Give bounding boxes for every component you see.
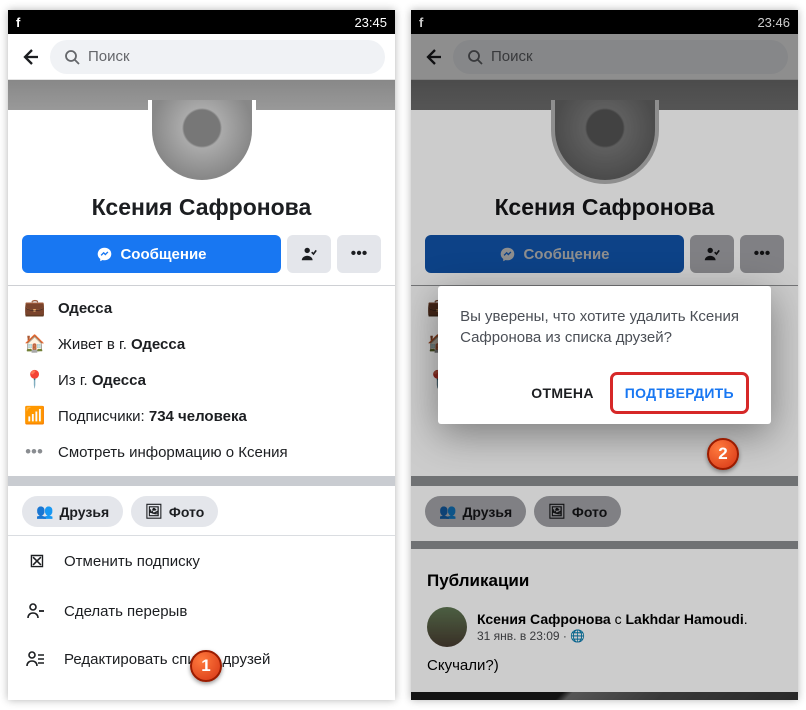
more-button[interactable]: •••: [337, 235, 381, 273]
rss-icon: 📶: [24, 406, 44, 426]
chip-photos[interactable]: 🖼Фото: [131, 496, 218, 527]
search-input[interactable]: Поиск: [50, 40, 385, 74]
pin-icon: 📍: [24, 370, 44, 390]
home-icon: 🏠: [24, 334, 44, 354]
search-placeholder: Поиск: [88, 48, 130, 65]
friend-status-button[interactable]: [287, 235, 331, 273]
action-buttons: Сообщение •••: [8, 235, 395, 273]
option-snooze[interactable]: Сделать перерыв: [8, 587, 395, 635]
person-check-icon: [300, 245, 318, 263]
dots-icon: •••: [351, 245, 368, 263]
option-unfollow[interactable]: ⊠Отменить подписку: [8, 536, 395, 587]
phone-left: f 23:45 Поиск Ксения Сафронова Сообщение…: [8, 10, 395, 700]
avatar[interactable]: [148, 100, 256, 184]
option-priority[interactable]: ☆Приоритет в показе: [8, 683, 395, 700]
status-bar: f 23:45: [8, 10, 395, 34]
info-followers[interactable]: 📶Подписчики: 734 человека: [8, 398, 395, 434]
person-minus-icon: [26, 601, 48, 621]
info-lives[interactable]: 🏠Живет в г. Одесса: [8, 326, 395, 362]
phone-right: f 23:46 Поиск Ксения Сафронова Сообщение…: [411, 10, 798, 700]
star-icon: ☆: [26, 697, 48, 700]
annotation-badge-2: 2: [707, 438, 739, 470]
profile-content: Ксения Сафронова Сообщение ••• 💼Одесса 🏠…: [8, 80, 395, 700]
unfollow-icon: ⊠: [26, 550, 48, 573]
dialog-cancel-button[interactable]: ОТМЕНА: [519, 375, 605, 411]
top-bar: Поиск: [8, 34, 395, 80]
briefcase-icon: 💼: [24, 298, 44, 318]
chip-friends[interactable]: 👥Друзья: [22, 496, 123, 527]
back-button[interactable]: [18, 45, 42, 69]
dialog-message: Вы уверены, что хотите удалить Ксения Са…: [460, 306, 749, 348]
filter-chips: 👥Друзья 🖼Фото: [8, 496, 395, 535]
people-icon: 👥: [36, 503, 53, 520]
profile-name: Ксения Сафронова: [8, 194, 395, 221]
info-work[interactable]: 💼Одесса: [8, 290, 395, 326]
info-see-more[interactable]: •••Смотреть информацию о Ксения: [8, 434, 395, 470]
photo-icon: 🖼: [145, 503, 163, 520]
info-from[interactable]: 📍Из г. Одесса: [8, 362, 395, 398]
confirm-dialog: Вы уверены, что хотите удалить Ксения Са…: [438, 286, 771, 424]
person-list-icon: [26, 649, 48, 669]
dots-icon: •••: [24, 442, 44, 462]
messenger-icon: [96, 246, 113, 263]
fb-logo-icon: f: [16, 15, 20, 30]
dialog-confirm-button[interactable]: ПОДТВЕРДИТЬ: [610, 372, 749, 414]
annotation-badge-1: 1: [190, 650, 222, 682]
confirm-dialog-overlay: Вы уверены, что хотите удалить Ксения Са…: [411, 10, 798, 700]
message-button[interactable]: Сообщение: [22, 235, 281, 273]
status-time: 23:45: [354, 15, 387, 30]
search-icon: [64, 49, 80, 65]
